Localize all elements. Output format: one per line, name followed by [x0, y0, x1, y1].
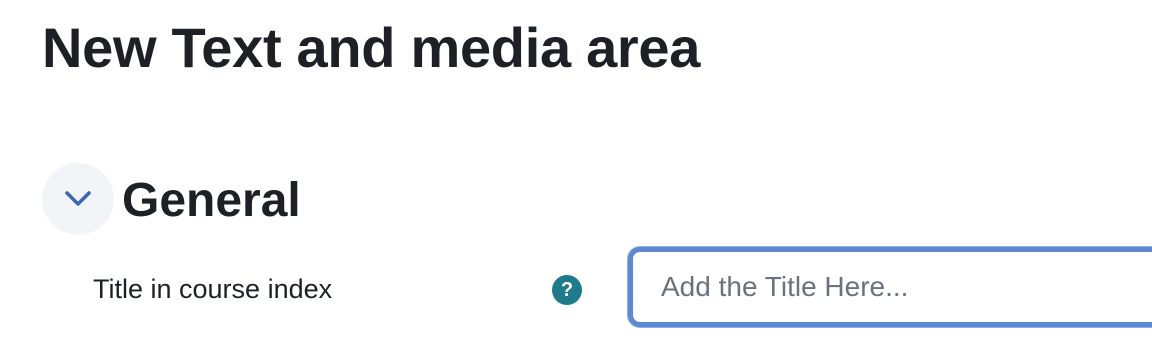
title-input[interactable] [628, 247, 1152, 327]
chevron-down-icon [63, 190, 93, 208]
section-heading-general: General [122, 174, 301, 227]
title-field-label: Title in course index [93, 274, 333, 304]
section-collapse-toggle[interactable] [42, 163, 114, 235]
help-icon[interactable]: ? [552, 275, 582, 305]
page-title: New Text and media area [42, 16, 701, 79]
